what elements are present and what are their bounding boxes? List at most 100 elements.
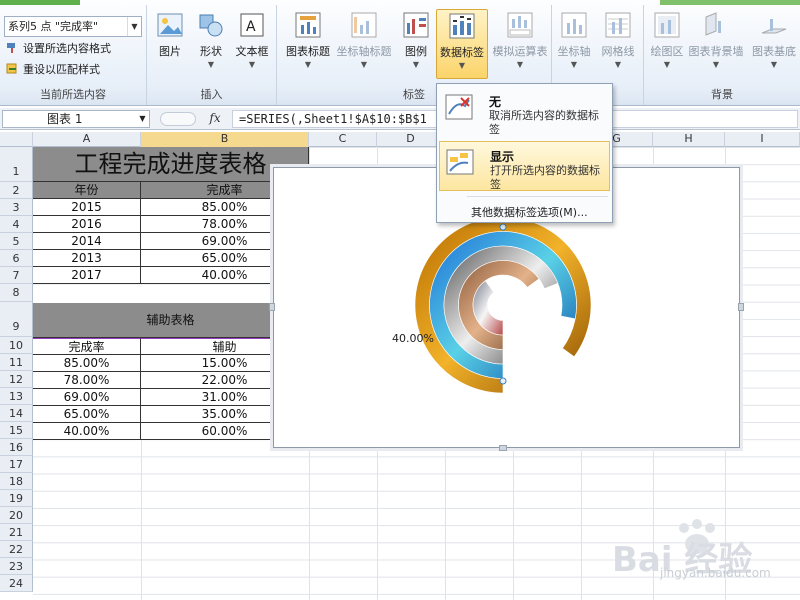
row-header[interactable]: 19: [0, 490, 33, 507]
reset-style-icon: [6, 63, 17, 74]
menu-item-more-options[interactable]: 其他数据标签选项(M)...: [471, 204, 588, 220]
helper-title-cell[interactable]: 辅助表格: [33, 303, 309, 338]
row-header[interactable]: 5: [0, 233, 33, 250]
data-table-button[interactable]: 模拟运算表 ▼: [489, 11, 551, 69]
gridlines-icon: [605, 12, 631, 38]
cell-helper-rate[interactable]: 78.00%: [33, 372, 141, 389]
chart-wall-button[interactable]: 图表背景墙 ▼: [688, 11, 744, 69]
chevron-down-icon: ▼: [663, 60, 671, 69]
row-header[interactable]: 13: [0, 388, 33, 405]
point-selection-handle[interactable]: [499, 223, 507, 231]
data-table-icon: [507, 12, 533, 38]
row-header[interactable]: 4: [0, 216, 33, 233]
row-header[interactable]: 20: [0, 507, 33, 524]
row-header[interactable]: 12: [0, 371, 33, 388]
sheet-title-cell[interactable]: 工程完成进度表格: [33, 147, 309, 182]
data-label[interactable]: 40.00%: [392, 332, 434, 345]
cell-year[interactable]: 2016: [33, 216, 141, 233]
chart-title-label: 图表标题: [286, 45, 330, 58]
menu-item-show-title: 显示: [490, 150, 515, 164]
point-selection-handle[interactable]: [499, 377, 507, 385]
axes-label: 坐标轴: [557, 45, 591, 58]
row-header[interactable]: 1: [0, 147, 33, 182]
legend-label: 图例: [405, 45, 427, 58]
watermark-url: jingyan.baidu.com: [660, 566, 771, 580]
chart-floor-button[interactable]: 图表基底 ▼: [748, 11, 800, 69]
cell-year[interactable]: 2015: [33, 199, 141, 216]
menu-item-none[interactable]: 无 取消所选内容的数据标签: [439, 87, 610, 137]
row-header[interactable]: 21: [0, 524, 33, 541]
axis-titles-button[interactable]: 坐标轴标题 ▼: [335, 11, 393, 69]
formula-bar-splitter[interactable]: [160, 112, 196, 126]
insert-textbox-label: 文本框: [235, 45, 269, 58]
row-header[interactable]: 24: [0, 575, 33, 592]
column-header[interactable]: A: [33, 132, 141, 147]
menu-item-none-title: 无: [489, 95, 502, 109]
column-header[interactable]: C: [309, 132, 377, 147]
chevron-down-icon: ▼: [360, 60, 368, 69]
cell-helper-rate[interactable]: 40.00%: [33, 423, 141, 440]
format-selection-button[interactable]: 设置所选内容格式: [6, 40, 111, 56]
resize-handle-left[interactable]: [269, 303, 275, 311]
chevron-down-icon: ▼: [139, 114, 146, 123]
row-header[interactable]: 23: [0, 558, 33, 575]
chart-title-button[interactable]: 图表标题 ▼: [280, 11, 336, 69]
row-header[interactable]: 6: [0, 250, 33, 267]
cell-year[interactable]: 2014: [33, 233, 141, 250]
row-header[interactable]: 15: [0, 422, 33, 439]
data-labels-button[interactable]: 数据标签 ▼: [436, 9, 488, 79]
row-header[interactable]: 16: [0, 439, 33, 456]
row-header[interactable]: 7: [0, 267, 33, 284]
column-header[interactable]: D: [377, 132, 445, 147]
cell-helper-rate[interactable]: 65.00%: [33, 406, 141, 423]
row-header[interactable]: 3: [0, 199, 33, 216]
cell-year[interactable]: 2013: [33, 250, 141, 267]
header-cell-helper-rate[interactable]: 完成率: [33, 338, 141, 355]
name-box-value: 图表 1: [47, 112, 83, 126]
row-header[interactable]: 9: [0, 302, 33, 337]
row-header[interactable]: 18: [0, 473, 33, 490]
chevron-down-icon: ▼: [127, 17, 141, 36]
chart-title-icon: [295, 12, 321, 38]
resize-handle-bottom[interactable]: [499, 445, 507, 451]
menu-item-show[interactable]: 显示 打开所选内容的数据标签: [439, 141, 610, 191]
plot-area-button[interactable]: 绘图区 ▼: [644, 11, 690, 69]
ribbon: 系列5 点 "完成率" ▼ 设置所选内容格式 重设以匹配样式 当前所选内容 图片…: [0, 0, 800, 106]
cell-helper-rate[interactable]: 69.00%: [33, 389, 141, 406]
plot-area-icon: [654, 12, 680, 38]
insert-textbox-button[interactable]: A 文本框 ▼: [224, 11, 280, 69]
cell-helper-rate[interactable]: 85.00%: [33, 355, 141, 372]
row-header[interactable]: 22: [0, 541, 33, 558]
row-header[interactable]: 10: [0, 337, 33, 354]
select-all-corner[interactable]: [0, 132, 33, 147]
insert-function-button[interactable]: fx: [200, 111, 230, 127]
data-labels-menu: 无 取消所选内容的数据标签 显示 打开所选内容的数据标签 其他数据标签选项(M)…: [436, 83, 613, 223]
menu-item-show-desc: 打开所选内容的数据标签: [490, 164, 600, 191]
group-insert: 图片 形状 ▼ A 文本框 ▼ 插入: [147, 5, 277, 105]
row-header[interactable]: 14: [0, 405, 33, 422]
row-header[interactable]: 8: [0, 284, 33, 302]
menu-item-none-desc: 取消所选内容的数据标签: [489, 109, 599, 136]
group-label: 插入: [200, 88, 223, 101]
format-brush-icon: [7, 43, 15, 53]
reset-style-button[interactable]: 重设以匹配样式: [6, 61, 100, 77]
column-header[interactable]: B: [141, 132, 309, 147]
blank-row[interactable]: [33, 285, 309, 303]
row-header[interactable]: 2: [0, 182, 33, 199]
gridlines-button[interactable]: 网格线 ▼: [594, 11, 642, 69]
column-header[interactable]: H: [653, 132, 725, 147]
resize-handle-right[interactable]: [738, 303, 744, 311]
axis-titles-icon: [351, 12, 377, 38]
axes-button[interactable]: 坐标轴 ▼: [550, 11, 598, 69]
group-current-selection: 系列5 点 "完成率" ▼ 设置所选内容格式 重设以匹配样式 当前所选内容: [0, 5, 147, 105]
show-labels-icon: [446, 149, 474, 175]
row-header[interactable]: 17: [0, 456, 33, 473]
chevron-down-icon: ▼: [304, 60, 312, 69]
row-header[interactable]: 11: [0, 354, 33, 371]
chart-element-selector[interactable]: 系列5 点 "完成率" ▼: [4, 16, 142, 37]
cell-year[interactable]: 2017: [33, 267, 141, 284]
data-labels-label: 数据标签: [440, 46, 484, 59]
header-cell-year[interactable]: 年份: [33, 182, 141, 199]
name-box[interactable]: 图表 1 ▼: [2, 110, 150, 128]
column-header[interactable]: I: [725, 132, 800, 147]
